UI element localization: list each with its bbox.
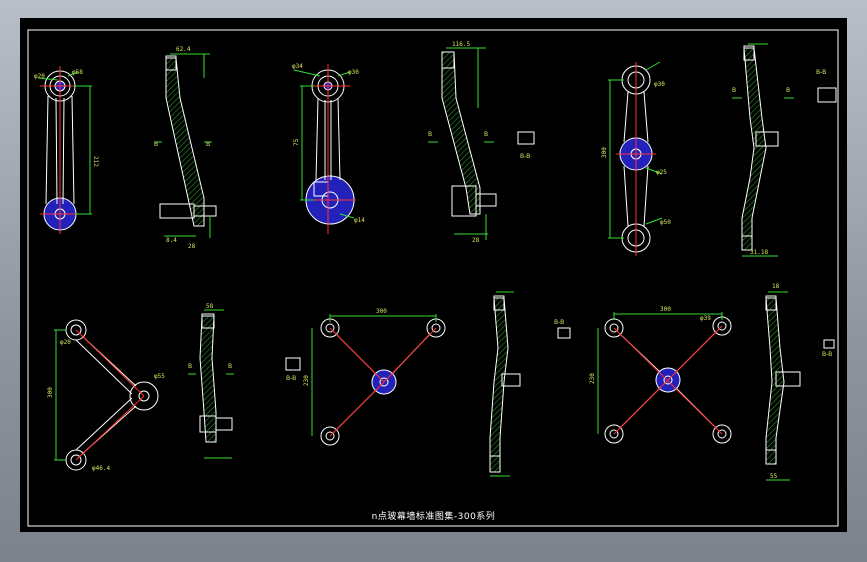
drawing-title: n点玻幕墙标准图集-300系列: [371, 512, 496, 522]
arm-with-hub-front-view: 75 φ34 φ30 φ14: [292, 63, 365, 234]
dim-300-d: 300: [660, 306, 671, 313]
dim-8-4: 8.4: [166, 237, 177, 244]
dim-28-a: 28: [188, 243, 196, 250]
dim-d58: φ58: [72, 69, 83, 76]
dim-d20: φ20: [34, 73, 45, 80]
x-arm-front-view: B-B 300 230: [285, 308, 446, 446]
dim-d30-b: φ30: [654, 81, 665, 88]
dim-62: 62.4: [176, 46, 191, 53]
dim-d30: φ30: [348, 69, 359, 76]
section-label-b-2: B: [206, 141, 210, 148]
section-label-bb-5: B-B: [822, 351, 832, 358]
x-arm-side-view: B-B: [489, 291, 571, 477]
section-label-b-3: B: [428, 131, 432, 138]
dim-230-a: 230: [303, 375, 310, 386]
dim-75: 75: [293, 138, 300, 146]
x-arm-2-front-view: 300 230 φ39: [589, 306, 732, 444]
section-label-b-1: B: [154, 141, 158, 148]
section-label-bb-4: B-B: [554, 319, 564, 326]
dim-230-b: 230: [589, 373, 596, 384]
dim-300-c: 300: [376, 308, 387, 315]
dim-d14: φ14: [354, 217, 365, 224]
double-arm-side-view: B B B-B 31.18: [732, 43, 837, 257]
dim-55: 55: [770, 473, 778, 480]
dim-d55: φ55: [154, 373, 165, 380]
dim-116: 116.5: [452, 41, 470, 48]
v-arm-side-view: 58 B B: [188, 303, 234, 459]
section-label-b-4: B: [484, 131, 488, 138]
section-label-bb-3: B-B: [286, 375, 296, 382]
dim-d50: φ50: [660, 219, 671, 226]
dim-d46: φ46.4: [92, 465, 110, 472]
dim-212: 212: [92, 156, 99, 167]
single-arm-front-view: 212 φ20 φ58: [34, 66, 99, 234]
section-label-b-8: B: [228, 363, 232, 370]
dim-300-a: 300: [601, 147, 608, 158]
cad-viewport[interactable]: 212 φ20 φ58 62.4 B B 8.4 28 75 φ34 φ30 φ…: [20, 18, 847, 532]
section-label-b-5: B: [732, 87, 736, 94]
x-arm-2-side-view: 18 55 B-B: [765, 283, 835, 481]
dim-31: 31.18: [750, 249, 768, 256]
dim-58-a: 58: [206, 303, 214, 310]
drawing-frame: [27, 29, 839, 527]
dim-28-b: 28: [472, 237, 480, 244]
double-arm-front-view: 300 φ30 φ25 φ50: [601, 61, 671, 256]
single-arm-side-view: 62.4 B B 8.4 28: [154, 46, 217, 250]
section-label-bb-1: B-B: [520, 153, 530, 160]
dim-d34: φ34: [292, 63, 303, 70]
section-label-b-7: B: [188, 363, 192, 370]
dim-300-b: 300: [47, 387, 54, 398]
v-arm-front-view: 300 φ20 φ55 φ46.4: [47, 319, 165, 472]
arm-with-hub-side-view: 116.5 B B 28 B-B: [428, 41, 535, 244]
section-label-bb-2: B-B: [816, 69, 826, 76]
dim-d20-b: φ20: [60, 339, 71, 346]
section-label-b-6: B: [786, 87, 790, 94]
dim-d39: φ39: [700, 315, 711, 322]
cad-drawing: 212 φ20 φ58 62.4 B B 8.4 28 75 φ34 φ30 φ…: [27, 29, 839, 527]
dim-d25: φ25: [656, 169, 667, 176]
dim-18: 18: [772, 283, 780, 290]
